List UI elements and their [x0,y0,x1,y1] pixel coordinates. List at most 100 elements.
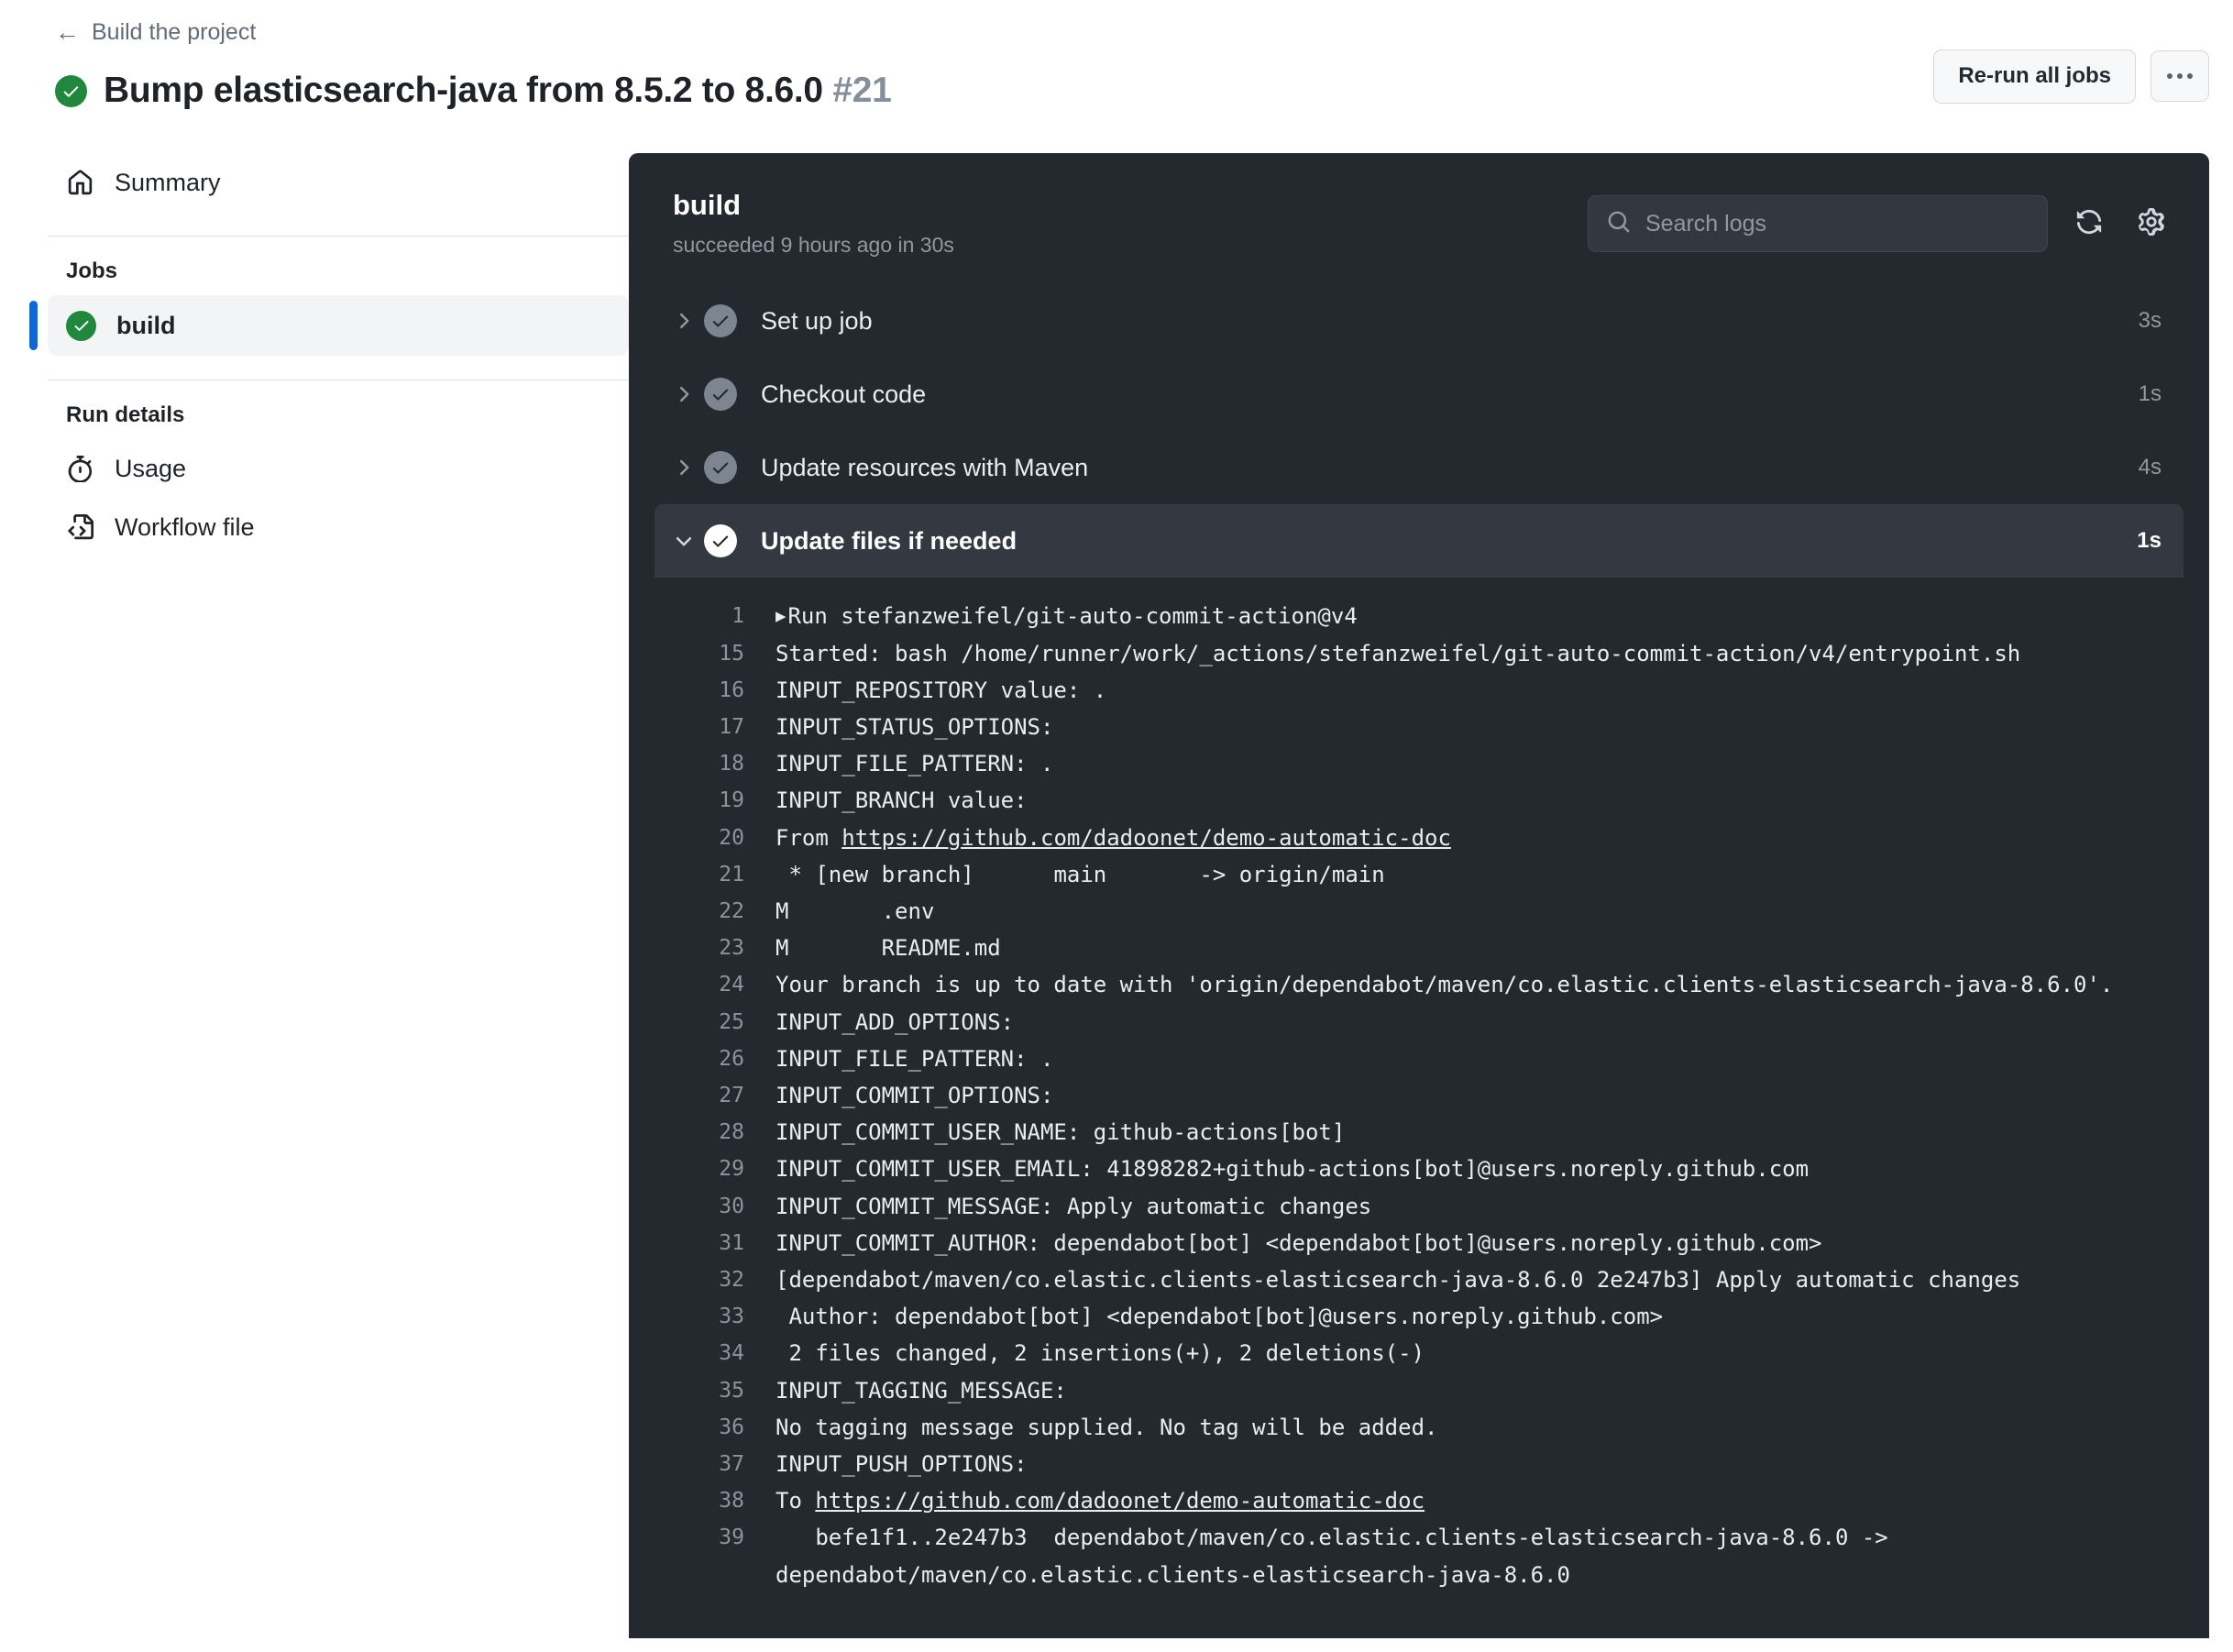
kebab-horizontal-icon [2187,73,2193,80]
sidebar-item-job-build[interactable]: build [29,295,629,356]
log-line: 18 INPUT_FILE_PATTERN: . [629,745,2209,782]
sidebar: Summary Jobs build Run details Usage Wor… [0,153,629,556]
check-circle-icon [704,451,737,485]
page-body: Summary Jobs build Run details Usage Wor… [0,111,2233,1638]
sidebar-run-details-heading: Run details [66,402,185,427]
log-line: 16 INPUT_REPOSITORY value: . [629,672,2209,709]
log-line-text: INPUT_ADD_OPTIONS: [776,1008,1015,1035]
log-line: 23 M README.md [629,930,2209,966]
log-line-text: INPUT_COMMIT_USER_NAME: github-actions[b… [776,1119,1346,1146]
step-name: Checkout code [761,380,927,408]
log-line-number: 16 [719,677,744,702]
chevron-right-icon [664,384,704,404]
rerun-all-jobs-button[interactable]: Re-run all jobs [1933,50,2136,104]
log-line-link[interactable]: https://github.com/dadoonet/demo-automat… [815,1488,1424,1514]
search-icon [1607,210,1631,238]
step-duration: 1s [2137,528,2162,554]
gear-icon [2138,207,2165,240]
log-line-number: 26 [719,1046,744,1071]
log-settings-button[interactable] [2130,203,2172,245]
log-line: 31 INPUT_COMMIT_AUTHOR: dependabot[bot] <… [629,1225,2209,1261]
sidebar-item-workflow-file[interactable]: Workflow file [48,498,629,556]
search-logs-box[interactable] [1588,195,2048,252]
chevron-right-icon [664,457,704,478]
refresh-logs-button[interactable] [2068,203,2110,245]
run-title-row: Bump elasticsearch-java from 8.5.2 to 8.… [55,71,2233,111]
kebab-horizontal-icon [2167,73,2172,80]
log-line: 36 No tagging message supplied. No tag wi… [629,1409,2209,1446]
log-line: 28 INPUT_COMMIT_USER_NAME: github-actions… [629,1114,2209,1151]
more-options-button[interactable] [2150,50,2209,103]
sync-icon [2075,208,2103,240]
sidebar-item-label: Usage [115,454,187,482]
step-row[interactable]: Update resources with Maven 4s [654,431,2184,504]
step-row-expanded[interactable]: Update files if needed 1s [654,504,2184,578]
log-line-number: 19 [719,788,744,813]
log-line: 21 * [new branch] main -> origin/main [629,856,2209,893]
header-actions: Re-run all jobs [1933,50,2209,104]
check-circle-icon [704,304,737,338]
log-line-number: 27 [719,1084,744,1108]
log-line-number: 30 [719,1194,744,1218]
log-title-block: build succeeded 9 hours ago in 30s [673,189,1588,257]
log-line-number: 21 [719,862,744,887]
log-line-text: INPUT_COMMIT_USER_EMAIL: 41898282+github… [776,1156,1810,1183]
log-output[interactable]: 1 ▶Run stefanzweifel/git-auto-commit-acti… [629,578,2209,1620]
log-line: 34 2 files changed, 2 insertions(+), 2 d… [629,1335,2209,1371]
log-line-text: INPUT_REPOSITORY value: . [776,677,1107,703]
file-code-icon [66,513,94,542]
triangle-right-icon[interactable]: ▶ [776,598,786,634]
log-line-number: 24 [719,973,744,997]
log-line-number: 28 [719,1120,744,1145]
log-line-text: INPUT_COMMIT_OPTIONS: [776,1083,1054,1109]
log-line-text: Your branch is up to date with 'origin/d… [776,972,2114,998]
kebab-horizontal-icon [2177,73,2183,80]
log-line: 33 Author: dependabot[bot] <dependabot[b… [629,1298,2209,1335]
sidebar-item-summary[interactable]: Summary [48,153,629,212]
log-line-text: M README.md [776,935,1001,962]
log-line: 32 [dependabot/maven/co.elastic.clients-e… [629,1261,2209,1298]
log-line: 19 INPUT_BRANCH value: [629,782,2209,819]
sidebar-item-usage[interactable]: Usage [48,439,629,498]
log-line-number: 25 [719,1009,744,1034]
log-line: 27 INPUT_COMMIT_OPTIONS: [629,1077,2209,1114]
step-name: Update files if needed [761,526,1018,555]
chevron-down-icon [664,531,704,551]
log-line: 22 M .env [629,893,2209,930]
sidebar-job-label: build [116,311,176,339]
log-line: 38 To https://github.com/dadoonet/demo-au… [629,1482,2209,1519]
back-to-workflow-link[interactable]: ← Build the project [55,20,256,45]
log-line-number: 17 [719,715,744,739]
log-line-text: INPUT_BRANCH value: [776,787,1028,814]
arrow-left-icon: ← [55,18,80,46]
log-line: 26 INPUT_FILE_PATTERN: . [629,1041,2209,1077]
search-logs-input[interactable] [1645,210,2029,237]
log-line-text: INPUT_STATUS_OPTIONS: [776,714,1054,740]
step-row[interactable]: Set up job 3s [654,284,2184,358]
log-line-text: [dependabot/maven/co.elastic.clients-ela… [776,1267,2021,1294]
log-line-text: * [new branch] main -> origin/main [776,861,1385,887]
step-name: Set up job [761,306,873,335]
log-line-text: No tagging message supplied. No tag will… [776,1414,1438,1440]
back-link-label: Build the project [92,19,257,45]
log-line-link[interactable]: https://github.com/dadoonet/demo-automat… [842,825,1451,851]
run-title-text: Bump elasticsearch-java from 8.5.2 to 8.… [104,71,823,110]
log-panel-title: build [673,189,742,221]
page-header: ← Build the project Bump elasticsearch-j… [0,0,2233,111]
sidebar-item-label: Workflow file [115,512,255,541]
log-line-text: ▶Run stefanzweifel/git-auto-commit-actio… [776,598,2182,634]
log-line-number: 20 [719,825,744,850]
check-circle-icon [55,74,87,107]
log-line-number: 18 [719,752,744,776]
log-line-text: 2 files changed, 2 insertions(+), 2 dele… [776,1340,1425,1367]
log-line-number: 32 [719,1268,744,1293]
sidebar-jobs-heading: Jobs [66,259,118,283]
log-line-text: INPUT_COMMIT_MESSAGE: Apply automatic ch… [776,1193,1372,1219]
check-circle-icon [704,524,737,558]
log-line-text: Author: dependabot[bot] <dependabot[bot]… [776,1304,1664,1330]
log-panel-tools [1588,190,2172,252]
log-line-text: To https://github.com/dadoonet/demo-auto… [776,1488,1425,1514]
stopwatch-icon [66,455,94,483]
step-row[interactable]: Checkout code 1s [654,358,2184,431]
log-line-number: 38 [719,1489,744,1514]
